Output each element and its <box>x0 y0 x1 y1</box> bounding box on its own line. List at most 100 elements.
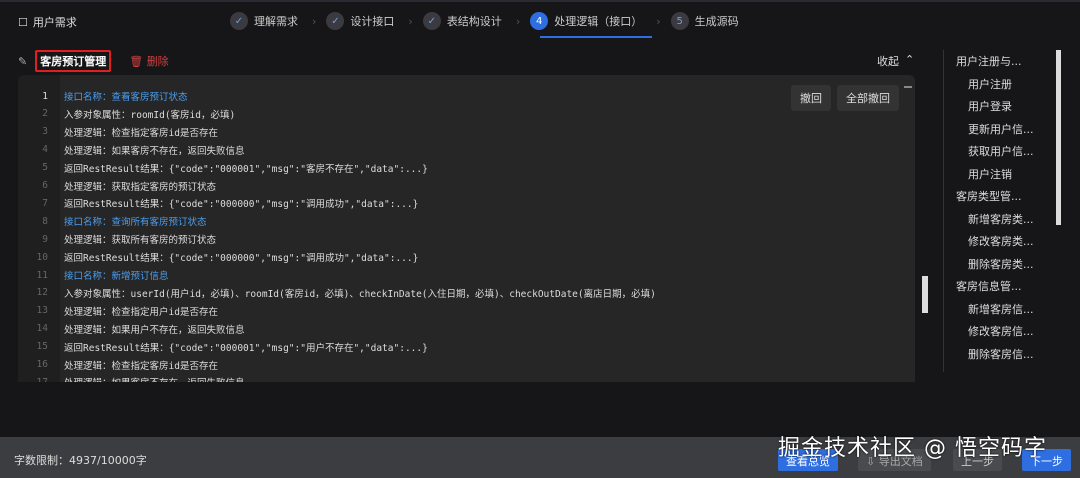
check-icon: ✓ <box>230 12 248 30</box>
step-navigator: ✓ 理解需求 › ✓ 设计接口 › ✓ 表结构设计 › 4 处理逻辑（接口） › 5 生成源码 <box>230 10 749 38</box>
line-text: 处理逻辑：如果用户不存在，返回失败信息 <box>64 324 245 336</box>
line-text: 处理逻辑：检查指定用户id是否存在 <box>64 306 218 318</box>
step-number: 4 <box>530 12 549 30</box>
chevron-right-icon: › <box>515 14 521 28</box>
step-label: 处理逻辑（接口） <box>554 15 643 28</box>
outline-item[interactable]: 新增客房信... <box>956 298 1063 321</box>
outline-item[interactable]: 新增客房类... <box>956 208 1063 231</box>
line-text: 返回RestResult结果：{"code":"000001","msg":"用… <box>64 342 428 354</box>
module-header: ✎ 客房预订管理 🗑 删除 <box>18 50 169 72</box>
outline-item[interactable]: 删除客房信... <box>956 343 1063 366</box>
outline-item[interactable]: 删除客房类... <box>956 253 1063 276</box>
line-text: 返回RestResult结果：{"code":"000000","msg":"调… <box>64 253 419 265</box>
outline-item[interactable]: 用户注册 <box>956 73 1063 96</box>
outline-group[interactable]: 客房类型管... <box>956 185 1063 208</box>
step-label: 理解需求 <box>254 15 298 28</box>
line-number: 11 <box>36 269 48 281</box>
line-number: 6 <box>42 180 48 191</box>
line-number: 5 <box>42 162 48 174</box>
code-line[interactable]: 14 处理逻辑：如果用户不存在，返回失败信息 <box>18 320 245 338</box>
word-limit: 字数限制：4937/10000字 <box>14 454 147 467</box>
line-text: 接口名称：查询所有客房预订状态 <box>64 217 207 229</box>
line-text: 入参对象属性：userId(用户id，必填)、roomId(客房id，必填)、c… <box>64 288 656 300</box>
outline-item[interactable]: 更新用户信... <box>956 118 1063 141</box>
code-line[interactable]: 16 处理逻辑：检查指定客房id是否存在 <box>18 356 218 374</box>
outline-group[interactable]: 客房信息管... <box>956 275 1063 298</box>
code-line[interactable]: 3 处理逻辑：检查指定客房id是否存在 <box>18 123 218 141</box>
code-line[interactable]: 7 返回RestResult结果：{"code":"000000","msg":"… <box>18 194 418 212</box>
check-icon: ✓ <box>326 12 345 30</box>
code-line[interactable]: 11 接口名称：新增预订信息 <box>18 266 169 284</box>
delete-button[interactable]: 🗑 删除 <box>129 53 168 69</box>
code-line[interactable]: 8 接口名称：查询所有客房预订状态 <box>18 212 207 230</box>
line-text: 接口名称：查看客房预订状态 <box>64 92 188 103</box>
code-line[interactable]: 15 返回RestResult结果：{"code":"000001","msg":… <box>18 338 428 356</box>
line-number: 4 <box>42 144 48 156</box>
line-text: 处理逻辑：如果客房不存在，返回失败信息 <box>64 145 245 157</box>
line-text: 接口名称：新增预订信息 <box>64 271 169 282</box>
step-label: 表结构设计 <box>446 15 502 28</box>
code-line[interactable]: 2 入参对象属性：roomId(客房id，必填) <box>18 105 235 123</box>
outline-panel: 用户注册与... 用户注册 用户登录 更新用户信... 获取用户信... 用户注销 客房类型… <box>943 50 1063 372</box>
outline-item[interactable]: 修改客房信... <box>956 320 1063 343</box>
line-text: 返回RestResult结果：{"code":"000000","msg":"调… <box>64 199 419 211</box>
line-text: 入参对象属性：roomId(客房id，必填) <box>64 109 236 121</box>
outline-item[interactable]: 获取用户信... <box>956 140 1063 163</box>
step-2[interactable]: ✓ 设计接口 <box>326 10 394 32</box>
code-line[interactable]: 17 处理逻辑：如果客房不存在，返回失败信息 <box>18 373 245 382</box>
code-line[interactable]: 13 处理逻辑：检查指定用户id是否存在 <box>18 302 218 320</box>
line-number: 2 <box>42 108 48 120</box>
line-text: 处理逻辑：如果客房不存在，返回失败信息 <box>64 375 245 382</box>
line-number: 16 <box>36 359 48 370</box>
chevron-right-icon: › <box>408 14 413 28</box>
line-text: 返回RestResult结果：{"code":"000001","msg":"客… <box>64 163 428 175</box>
code-line[interactable]: 1 接口名称：查看客房预订状态 <box>18 87 188 105</box>
step-5[interactable]: 5 生成源码 <box>670 10 739 32</box>
outline-item[interactable]: 用户注销 <box>956 163 1063 186</box>
line-number: 7 <box>42 197 48 209</box>
step-label: 生成源码 <box>694 15 739 28</box>
editor-scrollbar[interactable] <box>922 276 928 313</box>
requirement-label: 用户需求 <box>32 16 77 29</box>
code-line[interactable]: 9 处理逻辑：获取所有客房的预订状态 <box>18 230 216 248</box>
line-number: 12 <box>36 287 48 299</box>
collapse-button[interactable]: 收起 ⌃ <box>877 53 914 69</box>
delete-label: 删除 <box>146 55 169 68</box>
code-editor[interactable]: 1 接口名称：查看客房预订状态 2 入参对象属性：roomId(客房id，必填) 3 处理… <box>18 75 915 382</box>
undo-button[interactable]: 撤回 <box>791 85 831 111</box>
line-number: 1 <box>42 90 48 102</box>
comment-icon: ☐ <box>18 15 28 29</box>
outline-item[interactable]: 用户登录 <box>956 95 1063 118</box>
watermark: 掘金技术社区 @ 悟空码字 <box>778 436 1047 461</box>
outline-group[interactable]: 用户注册与... <box>956 50 1063 73</box>
step-3[interactable]: ✓ 表结构设计 <box>422 10 502 32</box>
collapse-label: 收起 <box>877 55 899 68</box>
step-1[interactable]: ✓ 理解需求 <box>230 10 298 32</box>
code-line[interactable]: 4 处理逻辑：如果客房不存在，返回失败信息 <box>18 141 245 159</box>
outline-item[interactable]: 修改客房类... <box>956 230 1063 253</box>
chevron-right-icon: › <box>656 14 661 28</box>
line-text: 处理逻辑：获取指定客房的预订状态 <box>64 181 217 193</box>
line-text: 处理逻辑：检查指定客房id是否存在 <box>64 360 218 372</box>
edit-icon[interactable]: ✎ <box>18 55 27 68</box>
editor-scrollbar-top <box>904 86 912 88</box>
code-line[interactable]: 10 返回RestResult结果：{"code":"000000","msg":… <box>18 248 419 266</box>
line-text: 处理逻辑：获取所有客房的预订状态 <box>64 235 217 247</box>
module-title[interactable]: 客房预订管理 <box>35 50 112 72</box>
line-number: 17 <box>18 377 48 382</box>
step-4[interactable]: 4 处理逻辑（接口） <box>530 10 653 38</box>
line-number: 8 <box>42 215 48 227</box>
code-line[interactable]: 12 入参对象属性：userId(用户id，必填)、roomId(客房id，必填)… <box>18 284 656 302</box>
outline-scrollbar[interactable] <box>1056 50 1061 225</box>
step-label: 设计接口 <box>350 15 395 28</box>
undo-all-button[interactable]: 全部撤回 <box>837 85 899 111</box>
line-number: 10 <box>36 251 48 263</box>
chevron-right-icon: › <box>312 14 317 28</box>
code-line[interactable]: 5 返回RestResult结果：{"code":"000001","msg":"… <box>18 159 428 177</box>
line-number: 9 <box>42 233 48 245</box>
code-line[interactable]: 6 处理逻辑：获取指定客房的预订状态 <box>18 177 216 195</box>
top-bar: ☐ 用户需求 ✓ 理解需求 › ✓ 设计接口 › ✓ 表结构设计 › 4 处理逻辑（接口） › 5 生成源… <box>0 0 1080 40</box>
requirement-link[interactable]: ☐ 用户需求 <box>18 14 77 30</box>
line-text: 处理逻辑：检查指定客房id是否存在 <box>64 127 218 139</box>
line-number: 14 <box>36 323 48 335</box>
